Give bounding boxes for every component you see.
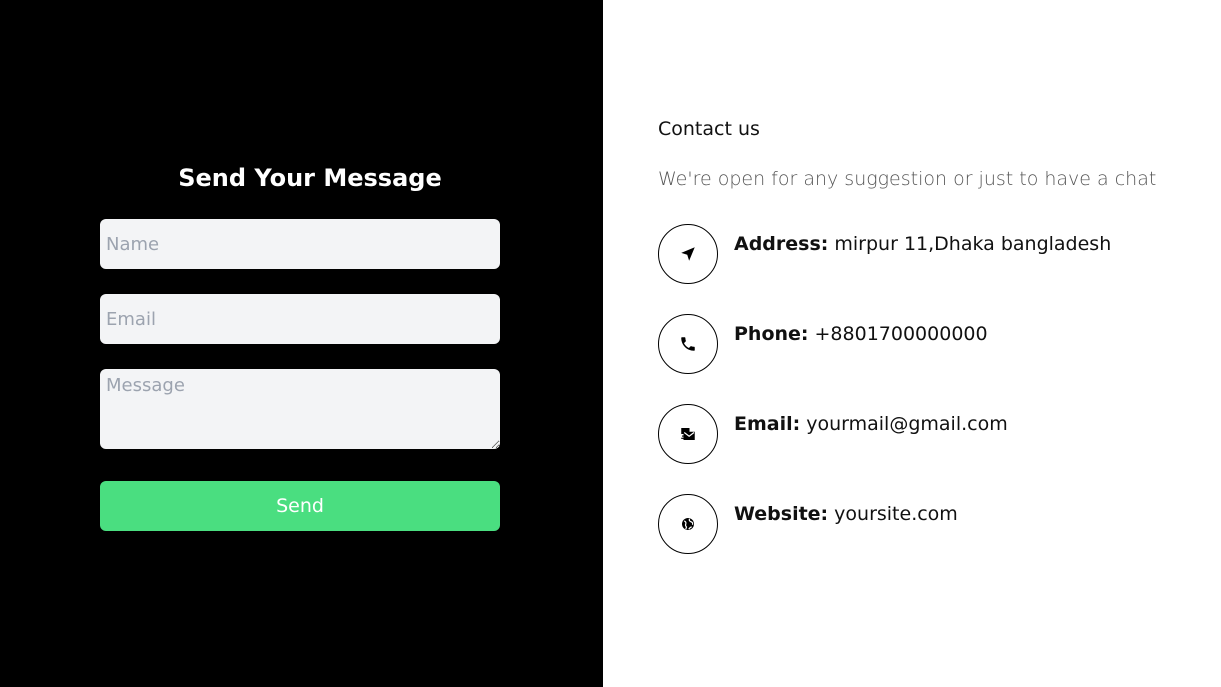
email-value: yourmail@gmail.com [806,413,1008,435]
message-textarea[interactable] [100,369,500,449]
contact-page: Send Your Message Send Contact us We're … [0,0,1221,687]
address-item: Address: mirpur 11,Dhaka bangladesh [658,224,1111,284]
contact-heading: Contact us [658,118,760,140]
phone-value: +8801700000000 [814,323,988,345]
address-value: mirpur 11,Dhaka bangladesh [834,233,1112,255]
phone-icon [658,314,718,374]
name-input[interactable] [100,219,500,269]
message-form-panel: Send Your Message Send [0,0,603,687]
send-button[interactable]: Send [100,481,500,531]
email-label: Email: [734,413,801,435]
phone-item: Phone: +8801700000000 [658,314,988,374]
website-item: Website: yoursite.com [658,494,958,554]
website-value: yoursite.com [834,503,958,525]
website-label: Website: [734,503,829,525]
contact-subheading: We're open for any suggestion or just to… [658,168,1157,190]
email-input[interactable] [100,294,500,344]
form-title: Send Your Message [178,164,442,192]
location-arrow-icon [658,224,718,284]
globe-icon [658,494,718,554]
phone-label: Phone: [734,323,809,345]
mail-bulk-icon [658,404,718,464]
contact-info-panel: Contact us We're open for any suggestion… [603,0,1221,687]
email-item: Email: yourmail@gmail.com [658,404,1008,464]
address-label: Address: [734,233,829,255]
